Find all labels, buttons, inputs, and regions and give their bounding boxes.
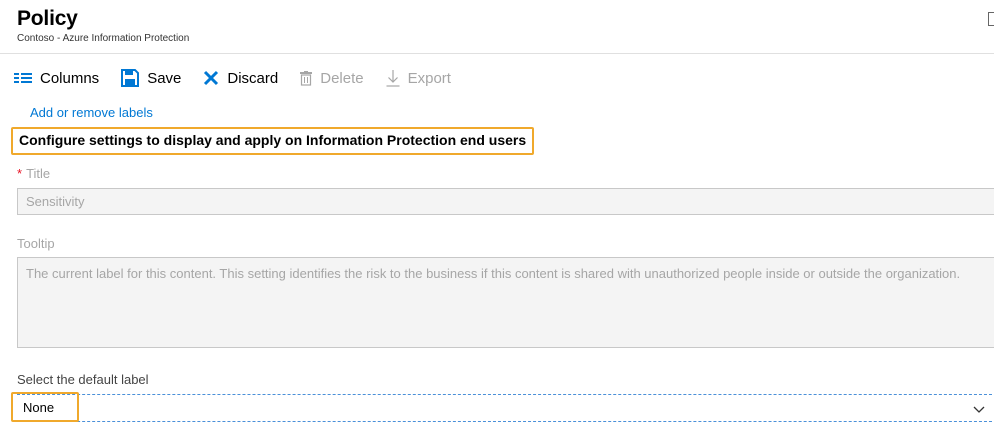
chevron-down-icon[interactable]: [973, 401, 985, 419]
delete-label: Delete: [320, 69, 364, 87]
add-remove-labels-link[interactable]: Add or remove labels: [30, 105, 153, 120]
required-marker: *: [17, 166, 23, 181]
default-label-value: None: [11, 392, 79, 422]
save-button[interactable]: Save: [121, 69, 181, 87]
export-label: Export: [407, 69, 451, 87]
discard-label: Discard: [227, 69, 279, 87]
discard-button[interactable]: Discard: [203, 70, 278, 87]
default-label-field-label: Select the default label: [17, 372, 149, 387]
save-label: Save: [147, 69, 182, 87]
page-subtitle: Contoso - Azure Information Protection: [17, 33, 190, 44]
toolbar: Columns Save Discard Delete Export: [14, 66, 473, 90]
columns-button[interactable]: Columns: [14, 70, 99, 87]
section-heading: Configure settings to display and apply …: [11, 127, 535, 155]
save-icon: [121, 69, 140, 87]
tooltip-field-label: Tooltip: [17, 236, 55, 251]
maximize-icon[interactable]: [988, 12, 994, 26]
export-icon: [386, 69, 400, 87]
page-header: Policy Contoso - Azure Information Prote…: [17, 6, 189, 45]
page-title: Policy: [17, 7, 78, 30]
delete-icon: [300, 70, 313, 86]
delete-button[interactable]: Delete: [300, 69, 364, 87]
columns-label: Columns: [40, 69, 100, 87]
default-label-select[interactable]: None: [11, 392, 994, 422]
title-field-label: * Title: [17, 166, 50, 181]
title-label-text: Title: [26, 166, 51, 181]
export-button[interactable]: Export: [386, 69, 451, 87]
tooltip-textarea[interactable]: The current label for this content. This…: [17, 257, 994, 348]
header-divider: [0, 53, 994, 54]
discard-icon: [203, 70, 219, 86]
title-input[interactable]: Sensitivity: [17, 188, 994, 215]
columns-icon: [14, 72, 32, 84]
